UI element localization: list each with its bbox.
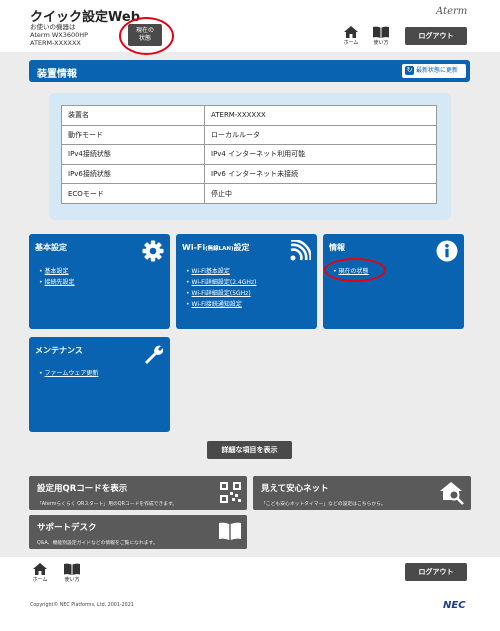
- card-wifi-settings: Wi-Fi(無線LAN)設定 Wi-Fi基本設定 Wi-Fi詳細設定(2.4GH…: [176, 234, 317, 329]
- current-status-button-line: 状態: [138, 35, 151, 42]
- book-icon: [219, 522, 241, 540]
- tile-description: 「Atermらくらく QRスタート」用のQRコードを作成できます。: [37, 502, 178, 507]
- home-button[interactable]: ホーム: [340, 26, 362, 46]
- card-title: Wi-Fi(無線LAN)設定: [182, 242, 250, 253]
- device-info-line: お使いの機器は: [30, 23, 76, 31]
- link-connection-settings[interactable]: 接続先設定: [39, 277, 75, 288]
- refresh-label: 最新状態に更新: [416, 67, 459, 74]
- card-info: 情報 現在の状態: [323, 234, 464, 329]
- table-value: IPv4 インターネット利用可能: [204, 144, 437, 165]
- link-current-status[interactable]: 現在の状態: [333, 266, 369, 277]
- house-search-icon: [440, 482, 464, 505]
- logout-button[interactable]: ログアウト: [405, 27, 467, 45]
- footer-help-button[interactable]: 使い方: [61, 563, 83, 583]
- footer-logout-button[interactable]: ログアウト: [405, 563, 467, 581]
- card-title: メンテナンス: [35, 346, 83, 355]
- link-wifi-notify[interactable]: Wi-Fi接続通知設定: [186, 299, 256, 310]
- home-label: ホーム: [343, 40, 359, 46]
- refresh-icon: ↻: [405, 66, 414, 75]
- show-details-button[interactable]: 詳細な項目を表示: [207, 441, 292, 459]
- link-firmware-update[interactable]: ファームウェア更新: [39, 368, 99, 379]
- device-info-header: 装置情報 ↻ 最新状態に更新: [29, 60, 470, 82]
- device-info-title: 装置情報: [37, 69, 77, 80]
- help-label: 使い方: [64, 577, 80, 583]
- device-info-table: 装置名 ATERM-XXXXXX 動作モード ローカルルータ IPv4接続状態 IPv…: [61, 105, 437, 204]
- table-row: 動作モード ローカルルータ: [61, 124, 437, 146]
- device-info-line: ATERM-XXXXXX: [30, 39, 81, 47]
- card-basic-settings: 基本設定 基本設定 接続先設定: [29, 234, 170, 329]
- home-label: ホーム: [32, 577, 48, 583]
- card-link-list: ファームウェア更新: [39, 368, 99, 379]
- help-label: 使い方: [373, 40, 389, 46]
- bottom-bar: ホーム 使い方 ログアウト: [0, 557, 500, 631]
- table-value: ローカルルータ: [204, 124, 437, 146]
- table-row: 装置名 ATERM-XXXXXX: [61, 105, 437, 126]
- tile-description: 「こども安心ネットタイマー」などの設定はこちらから。: [261, 502, 386, 507]
- card-title-main: Wi-Fi: [182, 243, 206, 252]
- brand-logo: Aterm: [436, 6, 468, 17]
- card-link-list: 基本設定 接続先設定: [39, 266, 75, 288]
- copyright: Copyright© NEC Platforms, Ltd. 2001-2021: [30, 603, 134, 608]
- top-bar: クイック設定Web お使いの機器は Aterm WX3600HP ATERM-X…: [0, 0, 500, 52]
- device-info-line: Aterm WX3600HP: [30, 31, 89, 39]
- table-row: ECOモード 停止中: [61, 183, 437, 204]
- tile-title: 見えて安心ネット: [261, 484, 329, 494]
- wrench-icon: [145, 345, 163, 364]
- footer-home-button[interactable]: ホーム: [29, 563, 51, 583]
- home-icon: [33, 563, 47, 575]
- nec-logo: NEC: [443, 600, 466, 611]
- table-key: ECOモード: [61, 183, 205, 204]
- refresh-button[interactable]: ↻ 最新状態に更新: [402, 64, 466, 78]
- card-title-small: (無線LAN): [205, 246, 234, 252]
- table-value: 停止中: [204, 183, 437, 204]
- book-icon: [373, 26, 389, 38]
- card-title: 情報: [329, 243, 345, 252]
- table-value: ATERM-XXXXXX: [204, 105, 437, 126]
- current-status-button-line: 現在の: [135, 27, 154, 34]
- tile-title: 設定用QRコードを表示: [37, 484, 128, 494]
- tile-title: サポートデスク: [37, 523, 97, 533]
- info-icon: [436, 240, 458, 262]
- help-button[interactable]: 使い方: [370, 26, 392, 46]
- wifi-icon: [290, 240, 311, 261]
- table-value: IPv6 インターネット未接続: [204, 163, 437, 185]
- book-icon: [64, 563, 80, 575]
- link-wifi-detail-24[interactable]: Wi-Fi詳細設定(2.4GHz): [186, 277, 257, 288]
- current-status-button[interactable]: 現在の 状態: [128, 24, 162, 46]
- tile-qr-code[interactable]: 設定用QRコードを表示 「Atermらくらく QRスタート」用のQRコードを作成…: [29, 476, 247, 510]
- qr-code-icon: [220, 482, 241, 503]
- card-link-list: Wi-Fi基本設定 Wi-Fi詳細設定(2.4GHz) Wi-Fi詳細設定(5G…: [186, 266, 257, 310]
- card-title: 基本設定: [35, 243, 67, 252]
- card-title-suffix: 設定: [233, 243, 250, 252]
- tile-support-desk[interactable]: サポートデスク Q&A、機能別設定ガイドなどの情報をご覧になれます。: [29, 515, 247, 549]
- card-maintenance: メンテナンス ファームウェア更新: [29, 337, 170, 432]
- table-key: 動作モード: [61, 124, 205, 146]
- home-icon: [344, 26, 358, 38]
- table-row: IPv6接続状態 IPv6 インターネット未接続: [61, 163, 437, 185]
- link-wifi-basic[interactable]: Wi-Fi基本設定: [186, 266, 256, 277]
- card-link-list: 現在の状態: [333, 266, 369, 277]
- table-key: IPv4接続状態: [61, 144, 205, 165]
- device-info-panel: 装置名 ATERM-XXXXXX 動作モード ローカルルータ IPv4接続状態 IPv…: [49, 93, 451, 220]
- link-basic-settings[interactable]: 基本設定: [39, 266, 75, 277]
- tile-safety-net[interactable]: 見えて安心ネット 「こども安心ネットタイマー」などの設定はこちらから。: [253, 476, 471, 510]
- table-row: IPv4接続状態 IPv4 インターネット利用可能: [61, 144, 437, 165]
- table-key: IPv6接続状態: [61, 163, 205, 185]
- gear-icon: [142, 240, 164, 262]
- link-wifi-detail-5[interactable]: Wi-Fi詳細設定(5GHz): [186, 288, 256, 299]
- tile-description: Q&A、機能別設定ガイドなどの情報をご覧になれます。: [37, 541, 158, 546]
- device-info: お使いの機器は Aterm WX3600HP ATERM-XXXXXX: [30, 23, 125, 47]
- table-key: 装置名: [61, 105, 205, 126]
